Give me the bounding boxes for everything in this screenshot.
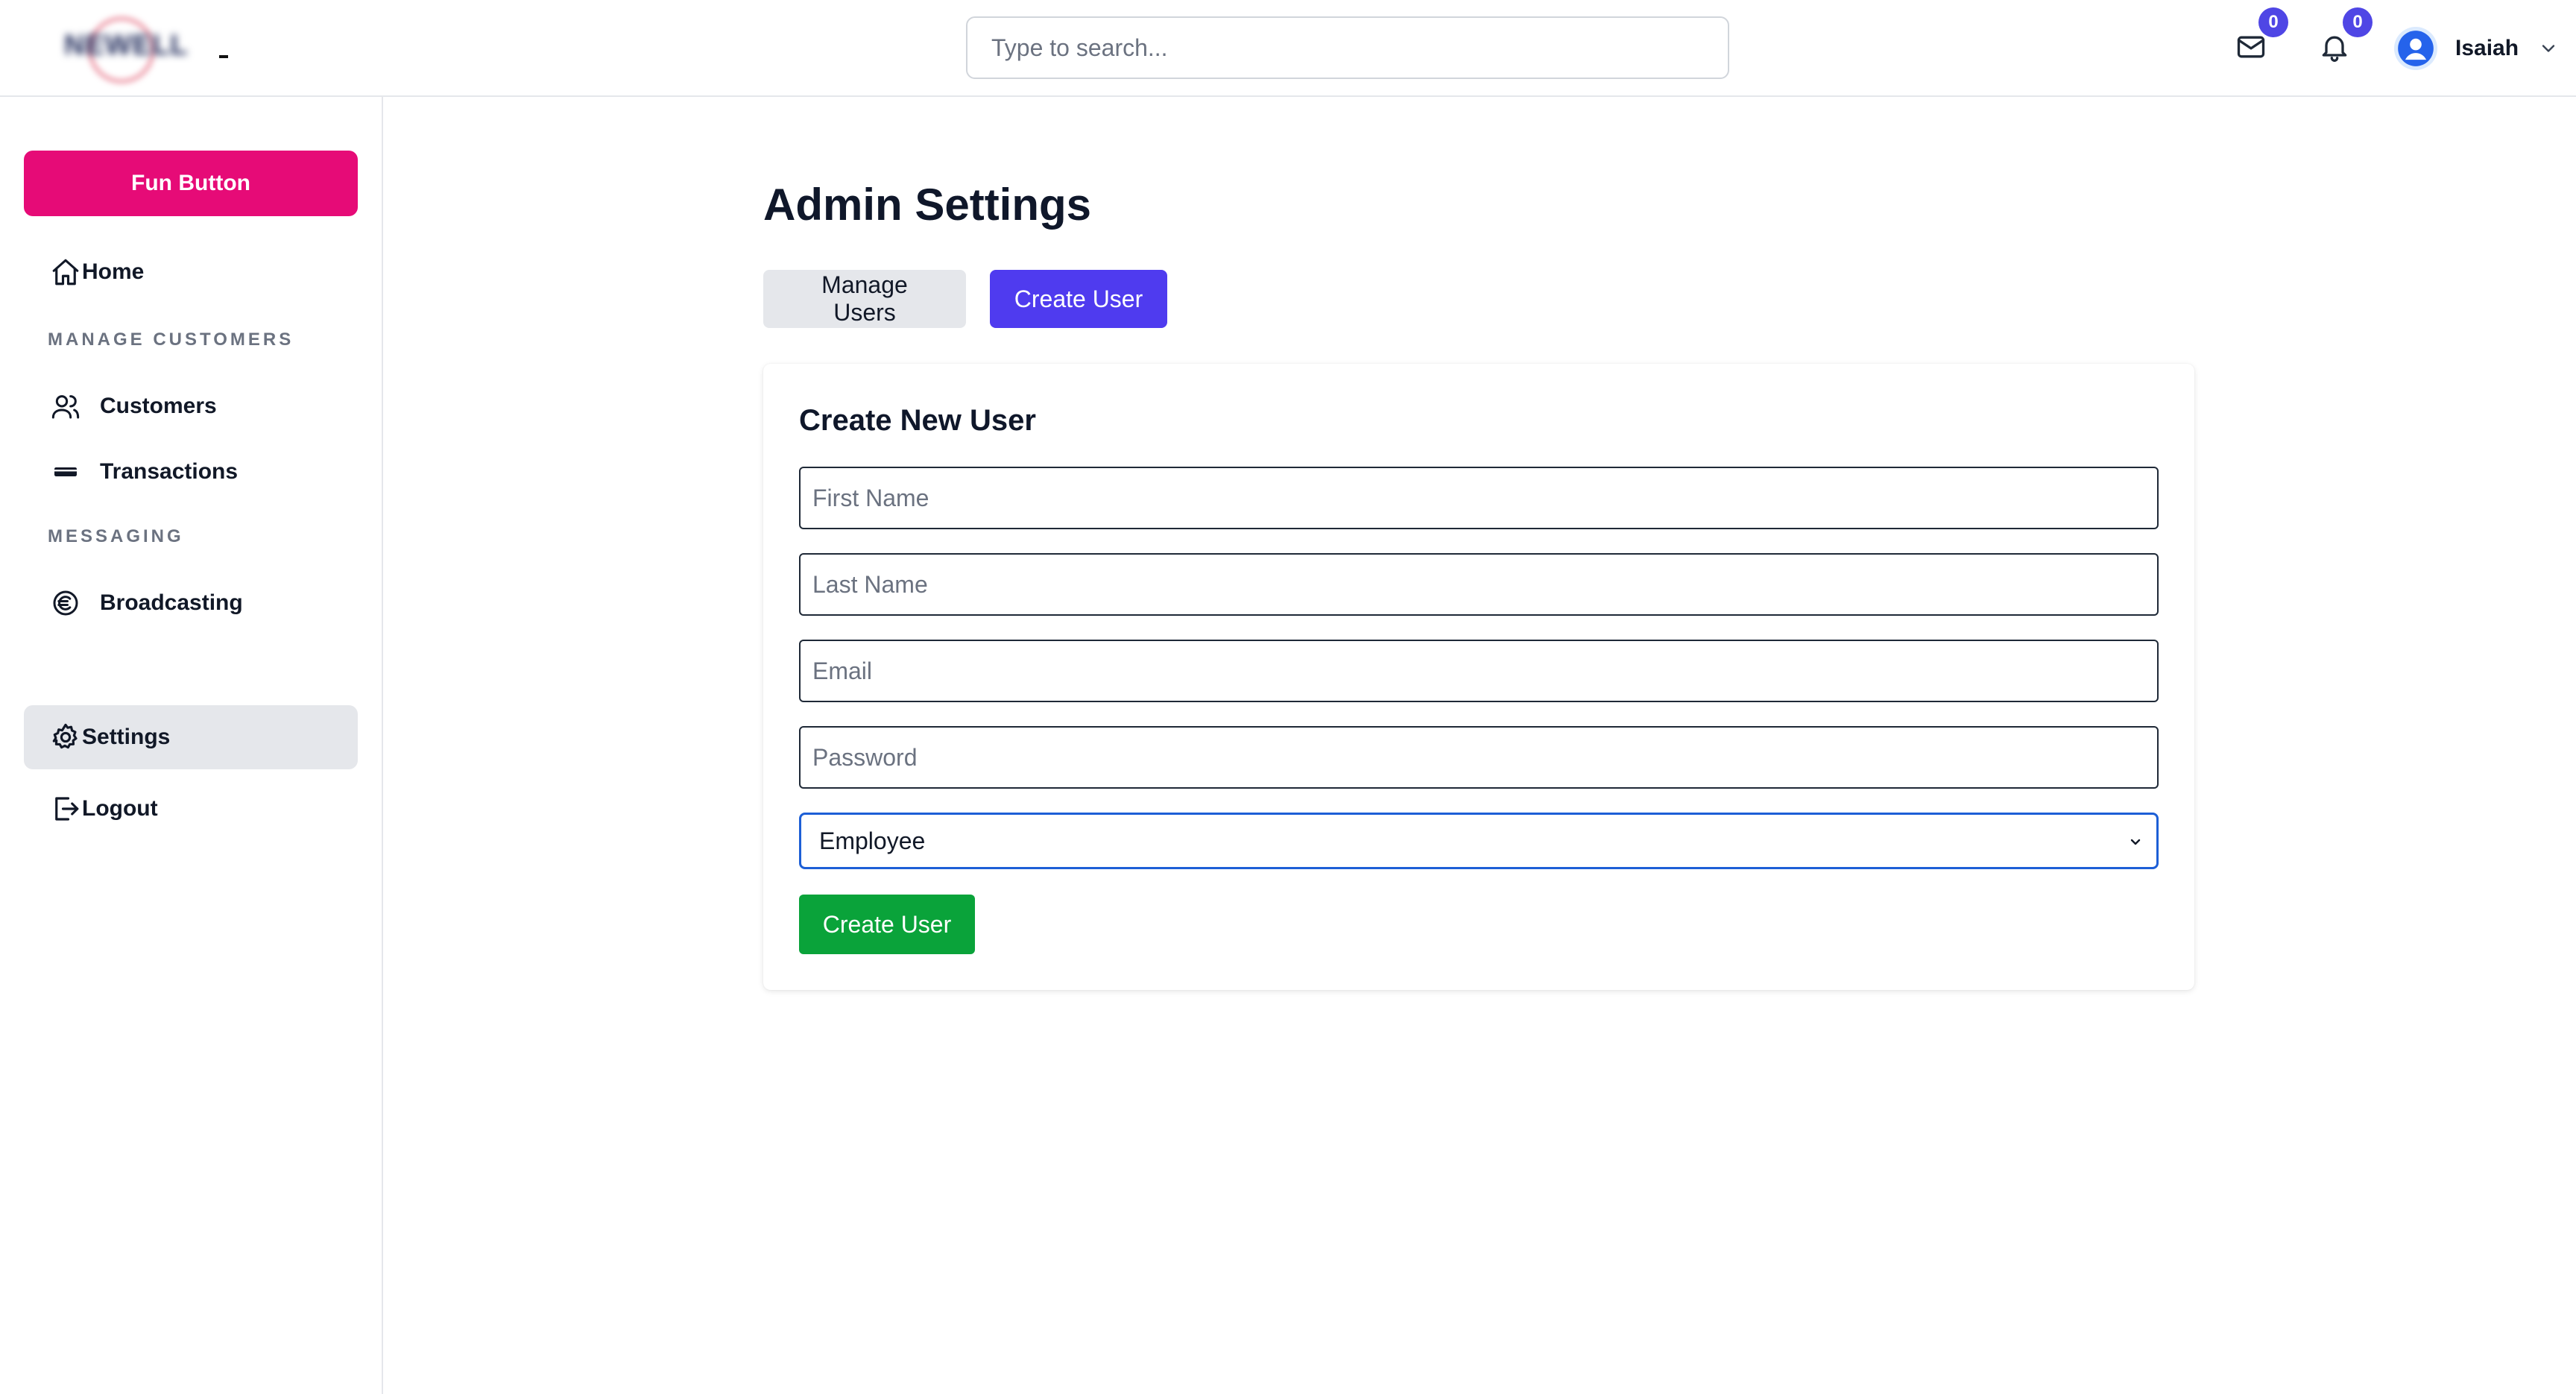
notification-count-badge: 0 xyxy=(2343,7,2373,37)
logout-icon xyxy=(49,792,82,825)
mail-count-badge: 0 xyxy=(2258,7,2288,37)
section-label-messaging: MESSAGING xyxy=(48,526,184,546)
broadcast-icon xyxy=(49,587,82,619)
avatar xyxy=(2394,27,2437,70)
fun-button[interactable]: Fun Button xyxy=(24,151,358,216)
tab-manage-users[interactable]: Manage Users xyxy=(763,270,966,328)
password-field[interactable] xyxy=(799,726,2159,789)
transactions-icon xyxy=(49,455,82,488)
first-name-field[interactable] xyxy=(799,467,2159,529)
search-input[interactable] xyxy=(966,16,1729,79)
sidebar-item-label: Settings xyxy=(82,725,171,749)
home-icon xyxy=(49,256,82,288)
sidebar-item-label: Logout xyxy=(82,796,158,821)
section-label-manage-customers: MANAGE CUSTOMERS xyxy=(48,329,294,350)
role-select-value: Employee xyxy=(819,827,926,854)
sidebar-item-home[interactable]: Home xyxy=(24,240,358,304)
role-select[interactable]: Employee xyxy=(799,813,2159,869)
page-title: Admin Settings xyxy=(763,180,1092,230)
chevron-down-icon xyxy=(2130,839,2141,845)
user-menu[interactable]: Isaiah xyxy=(2394,22,2560,75)
last-name-field[interactable] xyxy=(799,553,2159,616)
sidebar-item-broadcasting[interactable]: Broadcasting xyxy=(24,571,358,635)
sidebar-item-label: Transactions xyxy=(100,459,239,484)
user-avatar-icon xyxy=(2398,31,2434,66)
gear-icon xyxy=(49,721,82,754)
email-field[interactable] xyxy=(799,640,2159,702)
tab-create-user[interactable]: Create User xyxy=(990,270,1167,328)
sidebar: Fun Button Home MANAGE CUSTOMERS Custome… xyxy=(0,97,383,1394)
card-title: Create New User xyxy=(799,404,1036,437)
sidebar-item-settings[interactable]: Settings xyxy=(24,705,358,769)
create-user-card: Create New User Employee Create User xyxy=(763,364,2194,990)
logo-text: NEWELL xyxy=(64,30,189,61)
sidebar-item-label: Customers xyxy=(100,394,217,418)
top-bar: NEWELL 0 0 Isaiah xyxy=(0,0,2576,97)
chevron-down-icon[interactable] xyxy=(2538,37,2560,60)
create-user-submit-button[interactable]: Create User xyxy=(799,895,975,954)
user-name: Isaiah xyxy=(2455,36,2519,60)
users-icon xyxy=(49,390,82,423)
sidebar-item-customers[interactable]: Customers xyxy=(24,374,358,438)
logo[interactable]: NEWELL xyxy=(58,12,228,83)
mail-icon xyxy=(2237,36,2265,58)
sidebar-item-label: Broadcasting xyxy=(100,590,243,615)
sidebar-item-label: Home xyxy=(82,259,145,284)
bell-icon xyxy=(2322,36,2347,62)
logo-dash xyxy=(219,55,228,58)
sidebar-item-transactions[interactable]: Transactions xyxy=(24,440,358,504)
sidebar-item-logout[interactable]: Logout xyxy=(24,777,358,841)
